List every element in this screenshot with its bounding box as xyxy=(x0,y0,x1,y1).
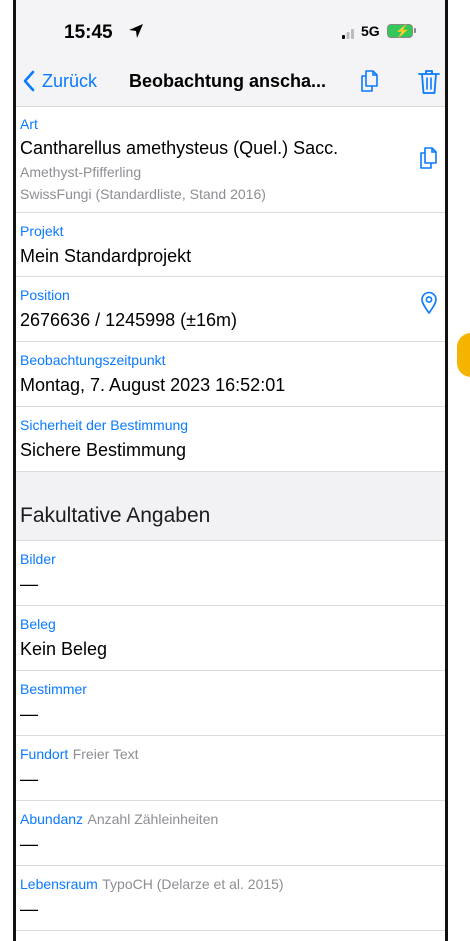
fundort-value: — xyxy=(20,769,38,789)
zeitpunkt-value: Montag, 7. August 2023 16:52:01 xyxy=(20,375,286,395)
section-title: Fakultative Angaben xyxy=(20,504,211,527)
network-label: 5G xyxy=(361,23,380,39)
abundanz-row[interactable]: Abundanz Anzahl Zähleinheiten — xyxy=(16,801,445,866)
charging-bolt-icon: ⚡ xyxy=(395,24,410,38)
bilder-row[interactable]: Bilder — xyxy=(16,541,445,606)
beleg-label: Beleg xyxy=(20,616,56,632)
art-label: Art xyxy=(20,116,38,132)
bestimmer-row[interactable]: Bestimmer — xyxy=(16,671,445,736)
abundanz-label: Abundanz xyxy=(20,811,84,827)
position-label: Position xyxy=(20,287,70,303)
art-name: Cantharellus amethysteus (Quel.) Sacc. xyxy=(20,138,339,158)
observation-form: Art Cantharellus amethysteus (Quel.) Sac… xyxy=(16,107,445,931)
fundort-label: Fundort xyxy=(20,746,69,762)
fundort-label-line: Fundort Freier Text xyxy=(20,746,139,764)
back-label: Zurück xyxy=(42,70,98,91)
lebensraum-row[interactable]: Lebensraum TypoCH (Delarze et al. 2015) … xyxy=(16,866,445,931)
beleg-row[interactable]: Beleg Kein Beleg xyxy=(16,606,445,671)
phone-screen: 15:45 5G ⚡ Zurück Beobachtung anscha... xyxy=(13,0,448,941)
bilder-label-line: Bilder xyxy=(20,551,56,569)
chevron-left-icon xyxy=(23,70,35,92)
lebensraum-value: — xyxy=(20,899,38,919)
sicherheit-value: Sichere Bestimmung xyxy=(20,440,187,460)
side-indicator xyxy=(457,333,470,377)
copy-icon[interactable] xyxy=(358,68,382,94)
bilder-label: Bilder xyxy=(20,551,56,567)
lebensraum-label-line: Lebensraum TypoCH (Delarze et al. 2015) xyxy=(20,876,284,894)
abundanz-value: — xyxy=(20,834,38,854)
art-common-name: Amethyst-Pfifferling xyxy=(20,164,142,180)
beleg-value: Kein Beleg xyxy=(20,639,108,659)
lebensraum-label: Lebensraum xyxy=(20,876,98,892)
abundanz-hint: Anzahl Zähleinheiten xyxy=(87,811,219,827)
location-pin-icon[interactable] xyxy=(420,291,438,315)
section-header: Fakultative Angaben xyxy=(16,472,445,541)
zeitpunkt-label: Beobachtungszeitpunkt xyxy=(20,352,166,368)
projekt-row[interactable]: Projekt Mein Standardprojekt xyxy=(16,213,445,277)
fundort-hint: Freier Text xyxy=(72,746,139,762)
bilder-value: — xyxy=(20,574,38,594)
page-title: Beobachtung anscha... xyxy=(129,71,327,91)
trash-icon[interactable] xyxy=(417,68,441,96)
lebensraum-hint: TypoCH (Delarze et al. 2015) xyxy=(102,876,284,892)
zeitpunkt-row[interactable]: Beobachtungszeitpunkt Montag, 7. August … xyxy=(16,342,445,407)
position-row[interactable]: Position 2676636 / 1245998 (±16m) xyxy=(16,277,445,342)
signal-icon xyxy=(342,29,354,39)
projekt-label: Projekt xyxy=(20,223,64,239)
position-value: 2676636 / 1245998 (±16m) xyxy=(20,310,238,330)
navigation-bar: Zurück Beobachtung anscha... xyxy=(16,58,445,107)
beleg-label-line: Beleg xyxy=(20,616,56,634)
status-bar: 15:45 5G ⚡ xyxy=(16,0,445,58)
back-button[interactable]: Zurück xyxy=(22,66,97,96)
abundanz-label-line: Abundanz Anzahl Zähleinheiten xyxy=(20,811,218,829)
sicherheit-row[interactable]: Sicherheit der Bestimmung Sichere Bestim… xyxy=(16,407,445,472)
location-arrow-icon xyxy=(129,24,143,38)
fundort-row[interactable]: Fundort Freier Text — xyxy=(16,736,445,801)
copy-species-icon[interactable] xyxy=(417,145,441,171)
art-source: SwissFungi (Standardliste, Stand 2016) xyxy=(20,186,266,202)
projekt-value: Mein Standardprojekt xyxy=(20,246,192,266)
sicherheit-label: Sicherheit der Bestimmung xyxy=(20,417,189,433)
art-row[interactable]: Art Cantharellus amethysteus (Quel.) Sac… xyxy=(16,107,445,213)
bestimmer-value: — xyxy=(20,704,38,724)
status-time: 15:45 xyxy=(64,22,113,43)
bestimmer-label-line: Bestimmer xyxy=(20,681,87,699)
bestimmer-label: Bestimmer xyxy=(20,681,87,697)
